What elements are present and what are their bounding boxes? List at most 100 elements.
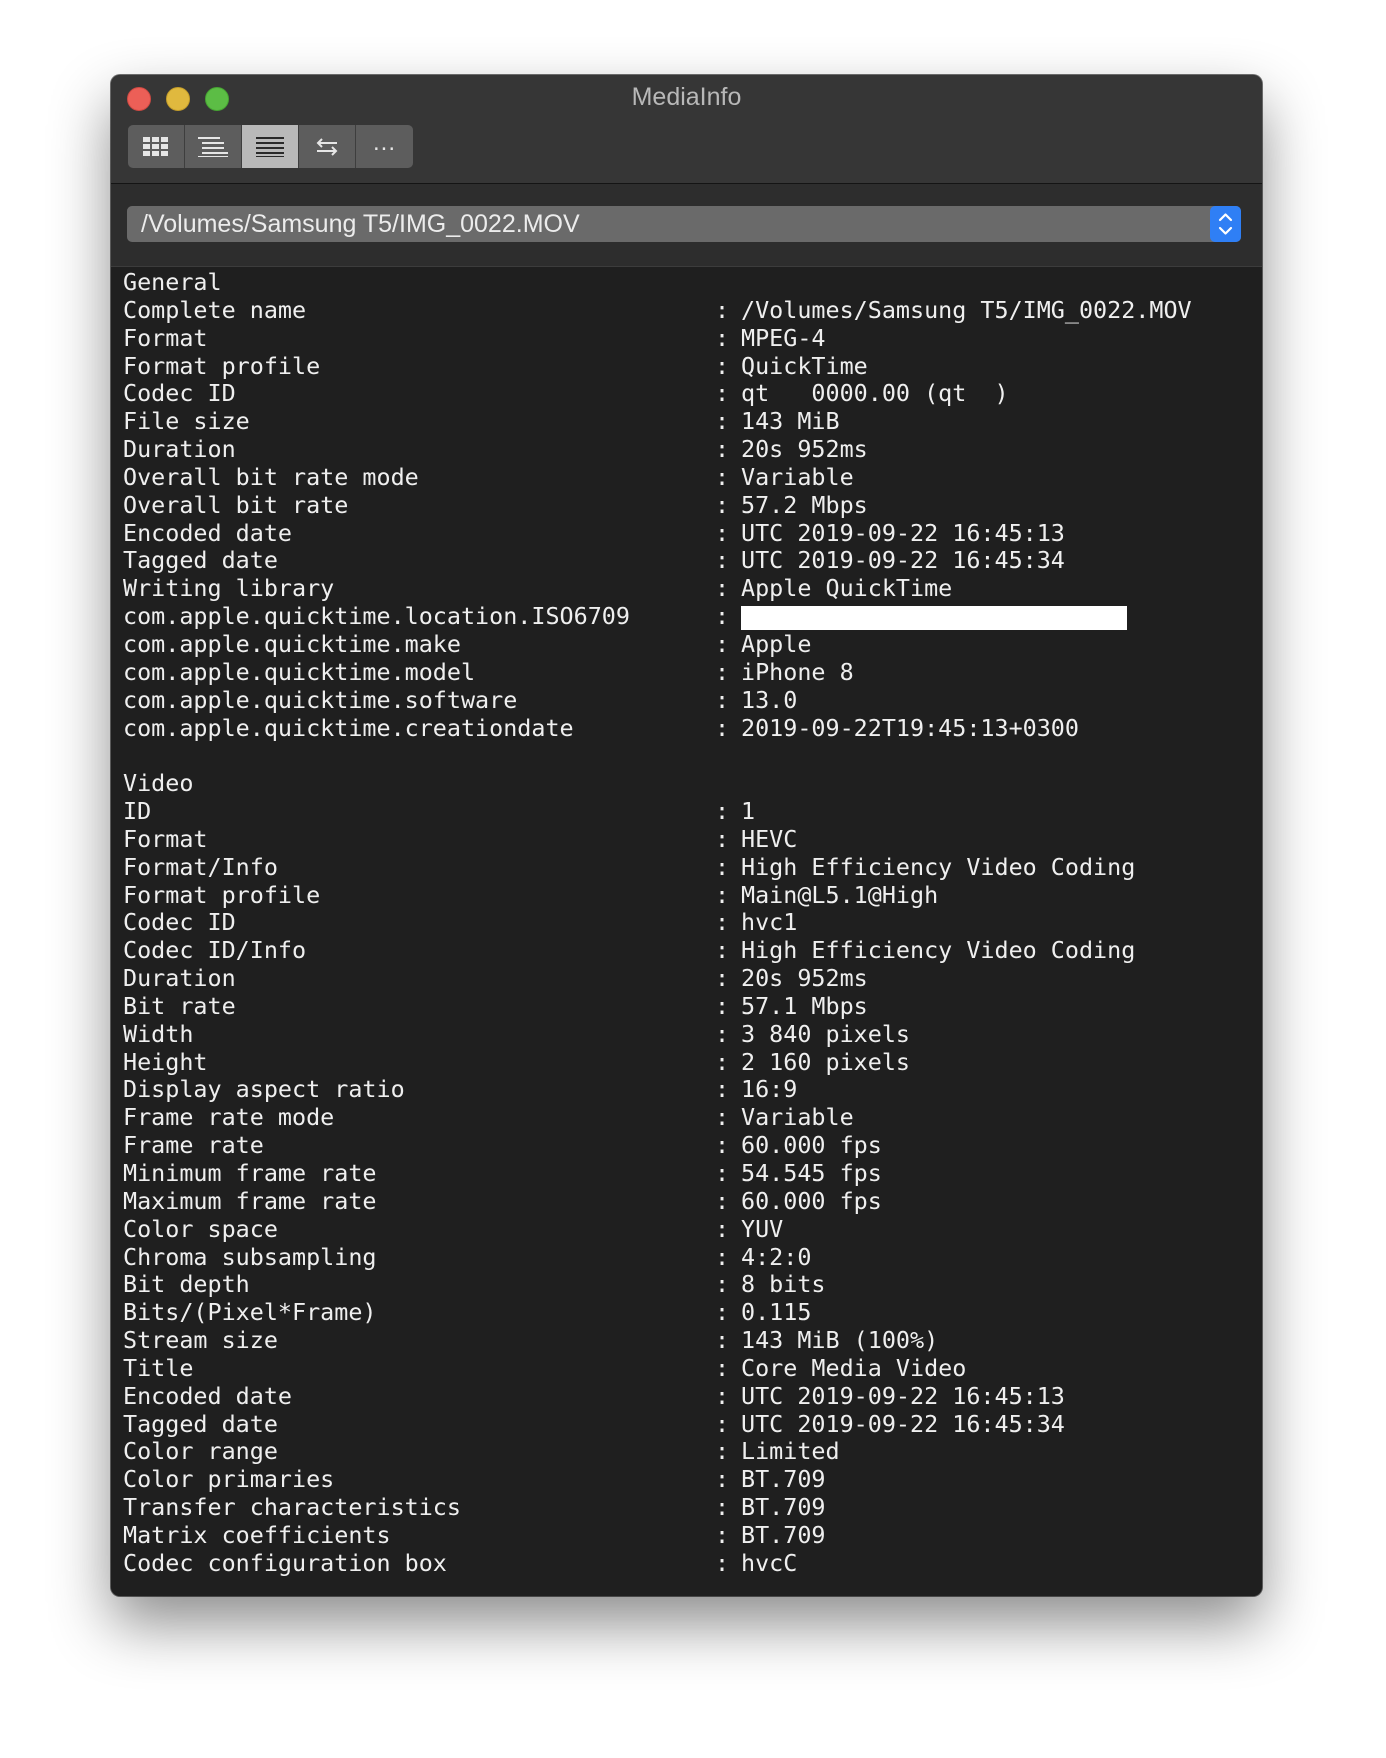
field-separator: : — [715, 602, 730, 631]
field-separator: : — [715, 295, 730, 324]
field-key: Bit depth — [123, 1270, 250, 1299]
field-separator: : — [715, 1186, 730, 1215]
grid-view-button[interactable] — [128, 125, 185, 168]
field-separator: : — [715, 1298, 730, 1327]
video-field-row: Display aspect ratio:16:9 — [123, 1076, 1262, 1104]
field-separator: : — [715, 435, 730, 464]
field-separator: : — [715, 713, 730, 742]
info-text-area[interactable]: General Complete name: /Volumes/Samsung T… — [111, 267, 1262, 1596]
file-path-select[interactable]: /Volumes/Samsung T5/IMG_0022.MOV — [127, 206, 1241, 242]
field-value: MPEG-4 — [741, 323, 826, 352]
video-field-row: Bits/(Pixel*Frame):0.115 — [123, 1298, 1262, 1327]
field-value: UTC 2019-09-22 16:45:34 — [741, 1409, 1065, 1438]
field-key: Writing library — [123, 574, 335, 603]
field-key: Matrix coefficients — [123, 1520, 391, 1549]
field-key: Overall bit rate — [123, 490, 349, 519]
field-key: Bit rate — [123, 991, 236, 1020]
video-field-row: Title: Core Media Video — [123, 1353, 1262, 1383]
general-field-row: Tagged date: UTC 2019-09-22 16:45:34 — [123, 547, 1262, 575]
field-separator: : — [715, 1465, 730, 1494]
video-field-row: ID:1 — [123, 797, 1262, 826]
field-key: Display aspect ratio — [123, 1075, 405, 1104]
field-value: 3 840 pixels — [741, 1019, 910, 1048]
field-value: 13.0 — [741, 685, 798, 714]
field-key: Encoded date — [123, 518, 292, 547]
field-separator: : — [715, 518, 730, 547]
redacted-value — [741, 606, 1127, 631]
field-key: com.apple.quicktime.software — [123, 685, 518, 714]
general-field-row: Complete name: /Volumes/Samsung T5/IMG_00… — [123, 295, 1262, 325]
general-field-row: com.apple.quicktime.model: iPhone 8 — [123, 658, 1262, 687]
video-field-row: Width:3 840 pixels — [123, 1019, 1262, 1049]
field-value: BT.709 — [741, 1465, 826, 1494]
grid-view-icon — [143, 136, 168, 156]
field-value: 143 MiB (100%) — [741, 1326, 939, 1355]
text-view-button[interactable] — [242, 125, 299, 168]
more-options-button[interactable]: ... — [356, 125, 413, 168]
field-key: com.apple.quicktime.make — [123, 629, 461, 658]
field-separator: : — [715, 1047, 730, 1076]
field-key: Format/Info — [123, 852, 278, 881]
field-value: 57.2 Mbps — [741, 490, 868, 519]
export-button[interactable] — [299, 125, 356, 168]
field-value: BT.709 — [741, 1493, 826, 1522]
field-value: 20s 952ms — [741, 435, 868, 464]
general-field-row: Overall bit rate mode: Variable — [123, 462, 1262, 492]
field-separator: : — [715, 629, 730, 658]
video-field-row: Chroma subsampling:4:2:0 — [123, 1242, 1262, 1272]
field-value: High Efficiency Video Coding — [741, 936, 1136, 965]
field-value: UTC 2019-09-22 16:45:13 — [741, 1381, 1065, 1410]
tree-view-button[interactable] — [185, 125, 242, 168]
general-field-row: Format profile: QuickTime — [123, 351, 1262, 381]
field-separator: : — [715, 852, 730, 881]
field-value: 54.545 fps — [741, 1159, 882, 1187]
field-key: com.apple.quicktime.creationdate — [123, 713, 574, 742]
field-key: Codec configuration box — [123, 1548, 447, 1577]
field-key: Chroma subsampling — [123, 1242, 377, 1271]
field-key: Tagged date — [123, 1409, 278, 1438]
general-field-row: com.apple.quicktime.make: Apple — [123, 629, 1262, 659]
field-key: Codec ID — [123, 908, 236, 937]
video-field-row: Maximum frame rate:60.000 fps — [123, 1186, 1262, 1216]
file-selector-bar: /Volumes/Samsung T5/IMG_0022.MOV — [111, 184, 1262, 267]
field-value: qt 0000.00 (qt ) — [741, 379, 1009, 408]
video-field-row: Format/Info: High Efficiency Video Coding — [123, 852, 1262, 882]
field-key: Minimum frame rate — [123, 1159, 377, 1187]
swap-arrows-icon — [316, 137, 338, 156]
field-key: Title — [123, 1353, 194, 1382]
video-field-row: Codec ID/Info: High Efficiency Video Codi… — [123, 936, 1262, 965]
video-field-row: Format profile: Main@L5.1@High — [123, 881, 1262, 910]
video-field-row: Bit depth:8 bits — [123, 1271, 1262, 1299]
field-separator: : — [715, 1548, 730, 1577]
field-separator: : — [715, 991, 730, 1020]
field-value: 57.1 Mbps — [741, 991, 868, 1020]
field-separator: : — [715, 1437, 730, 1466]
select-stepper[interactable] — [1210, 206, 1241, 242]
field-value: Limited — [741, 1437, 840, 1466]
field-separator: : — [715, 351, 730, 380]
media-info-report: General Complete name: /Volumes/Samsung T… — [123, 268, 1262, 1578]
field-value: 143 MiB — [741, 407, 840, 436]
title-bar: MediaInfo ... — [111, 75, 1262, 184]
video-field-row: Color space: YUV — [123, 1215, 1262, 1244]
field-key: Color primaries — [123, 1465, 335, 1494]
general-field-row: com.apple.quicktime.location.ISO6709: — [123, 602, 1262, 631]
field-value: UTC 2019-09-22 16:45:34 — [741, 546, 1065, 575]
field-value: 16:9 — [741, 1075, 798, 1104]
video-field-row: Codec configuration box: hvcC — [123, 1548, 1262, 1578]
field-value: 60.000 fps — [741, 1131, 882, 1160]
field-separator: : — [715, 546, 730, 575]
field-value: HEVC — [741, 824, 798, 853]
general-fields: Complete name: /Volumes/Samsung T5/IMG_00… — [123, 295, 1262, 743]
field-separator: : — [715, 1242, 730, 1271]
field-key: Overall bit rate mode — [123, 462, 419, 491]
field-value: 1 — [741, 797, 756, 826]
video-field-row: Frame rate mode: Variable — [123, 1103, 1262, 1132]
field-separator: : — [715, 462, 730, 491]
field-value: Variable — [741, 1103, 854, 1132]
video-field-row: Matrix coefficients: BT.709 — [123, 1520, 1262, 1550]
field-value: 2019-09-22T19:45:13+0300 — [741, 713, 1079, 742]
video-field-row: Codec ID: hvc1 — [123, 909, 1262, 937]
field-value: 0.115 — [741, 1298, 812, 1327]
more-options-label: ... — [372, 128, 396, 156]
